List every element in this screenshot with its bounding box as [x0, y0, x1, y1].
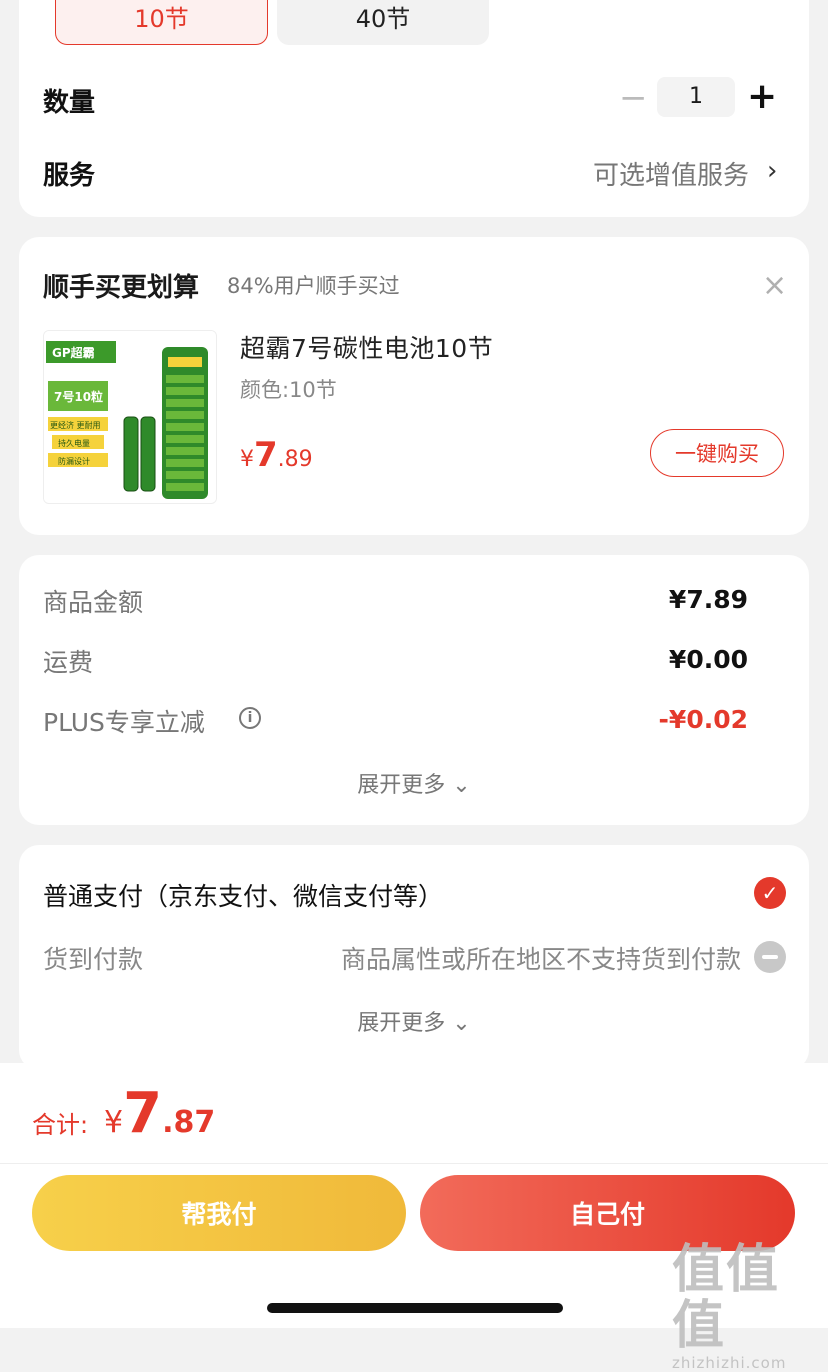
watermark-url: zhizhizhi.com — [672, 1354, 787, 1372]
goods-amount-value: ¥7.89 — [668, 585, 748, 614]
count-text: 7号10粒 — [54, 389, 103, 404]
product-image[interactable]: GP超霸 7号10粒 更经济 更耐用 持久电量 防漏设计 — [43, 330, 217, 504]
brand-text: GP超霸 — [52, 345, 95, 360]
normal-payment-option[interactable]: 普通支付（京东支付、微信支付等） — [43, 877, 443, 913]
variant-40-option[interactable]: 40节 — [277, 0, 489, 45]
shipping-label: 运费 — [43, 648, 94, 677]
quantity-input[interactable]: 1 — [657, 77, 735, 117]
payment-card: 普通支付（京东支付、微信支付等） ✓ 货到付款 商品属性或所在地区不支持货到付款… — [19, 845, 809, 1070]
minus-icon[interactable]: − — [619, 78, 648, 118]
tag-text-1: 更经济 更耐用 — [50, 420, 101, 430]
check-icon[interactable]: ✓ — [754, 877, 786, 909]
upsell-card: 顺手买更划算 84%用户顺手买过 × GP超霸 7号10粒 更经济 更耐用 持久… — [19, 237, 809, 535]
amount-card: 商品金额 ¥7.89 运费 ¥0.00 PLUS专享立减 i -¥0.02 展开… — [19, 555, 809, 825]
upsell-subtitle: 84%用户顺手买过 — [227, 274, 400, 298]
shipping-value: ¥0.00 — [668, 645, 748, 674]
disabled-icon — [754, 941, 786, 973]
home-indicator[interactable] — [267, 1303, 563, 1313]
tag-text-3: 防漏设计 — [58, 456, 90, 466]
service-value[interactable]: 可选增值服务 — [593, 155, 749, 192]
quantity-label: 数量 — [43, 88, 96, 118]
close-icon[interactable]: × — [762, 271, 787, 301]
product-name[interactable]: 超霸7号碳性电池10节 — [240, 329, 493, 365]
total-price: ¥7.87 — [104, 1081, 216, 1146]
total-label: 合计: — [32, 1111, 89, 1139]
battery-pack-illustration: GP超霸 7号10粒 更经济 更耐用 持久电量 防漏设计 — [44, 331, 216, 503]
info-icon[interactable]: i — [239, 707, 261, 729]
expand-more-amounts[interactable]: 展开更多 ⌄ — [19, 767, 809, 799]
spec-card: 10节 40节 数量 − 1 + 服务 可选增值服务 › — [19, 0, 809, 217]
plus-discount-label: PLUS专享立减 — [43, 708, 205, 737]
product-price: ¥7.89 — [240, 435, 313, 475]
upsell-title: 顺手买更划算 — [43, 273, 200, 303]
cod-unavailable-note: 商品属性或所在地区不支持货到付款 — [340, 945, 741, 974]
expand-more-payment[interactable]: 展开更多 ⌄ — [19, 1005, 809, 1037]
divider — [0, 1163, 828, 1164]
chevron-right-icon[interactable]: › — [767, 156, 777, 186]
one-click-buy-button[interactable]: 一键购买 — [650, 429, 784, 477]
service-label: 服务 — [43, 161, 96, 191]
help-me-pay-button[interactable]: 帮我付 — [32, 1175, 406, 1251]
watermark-logo: 值值值 zhizhizhi.com — [672, 1242, 822, 1372]
variant-10-option[interactable]: 10节 — [55, 0, 268, 45]
plus-icon[interactable]: + — [747, 75, 777, 119]
goods-amount-label: 商品金额 — [43, 588, 144, 617]
plus-discount-value: -¥0.02 — [658, 705, 748, 734]
watermark-logo-text: 值值值 — [672, 1240, 781, 1356]
product-color: 颜色:10节 — [240, 378, 337, 402]
tag-text-2: 持久电量 — [58, 438, 90, 448]
cash-on-delivery-option: 货到付款 — [43, 945, 144, 974]
